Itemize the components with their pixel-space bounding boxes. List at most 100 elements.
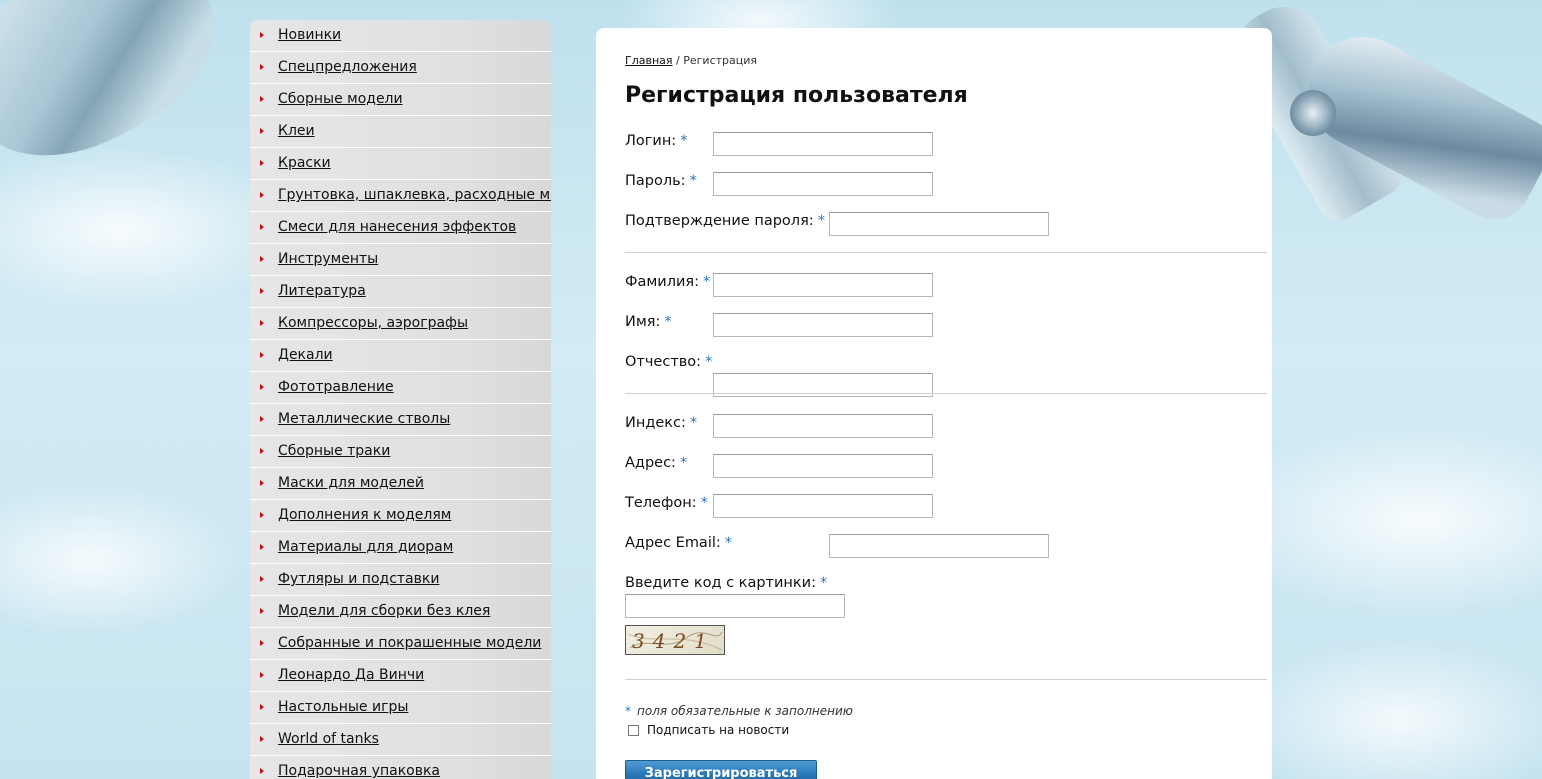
- login-input[interactable]: [713, 132, 933, 156]
- section-divider: [625, 252, 1267, 253]
- sidebar-item[interactable]: Спецпредложения: [250, 52, 551, 84]
- bullet-arrow-icon: [260, 352, 264, 358]
- sidebar-item[interactable]: Сборные модели: [250, 84, 551, 116]
- sidebar-item-label: Фототравление: [278, 379, 394, 395]
- middlename-label: Отчество: *: [625, 354, 712, 370]
- required-mark: *: [689, 415, 698, 431]
- sidebar-item[interactable]: Леонардо Да Винчи: [250, 660, 551, 692]
- sidebar-item[interactable]: Смеси для нанесения эффектов: [250, 212, 551, 244]
- bullet-arrow-icon: [260, 320, 264, 326]
- required-mark: *: [817, 213, 825, 229]
- required-note-text: поля обязательные к заполнению: [637, 704, 853, 718]
- bullet-arrow-icon: [260, 768, 264, 774]
- bullet-arrow-icon: [260, 224, 264, 230]
- sidebar-item[interactable]: Краски: [250, 148, 551, 180]
- captcha-input[interactable]: [625, 594, 845, 618]
- sidebar-item[interactable]: Подарочная упаковка: [250, 756, 551, 779]
- sidebar-item[interactable]: Модели для сборки без клея: [250, 596, 551, 628]
- breadcrumb-current: Регистрация: [683, 54, 757, 67]
- sidebar-item-label: Модели для сборки без клея: [278, 603, 491, 619]
- bullet-arrow-icon: [260, 416, 264, 422]
- zip-label: Индекс: *: [625, 415, 697, 431]
- sidebar-item-label: Материалы для диорам: [278, 539, 454, 555]
- required-mark: *: [679, 455, 688, 471]
- sidebar-item[interactable]: Грунтовка, шпаклевка, расходные мат: [250, 180, 551, 212]
- required-mark: *: [689, 173, 697, 189]
- page-title: Регистрация пользователя: [625, 83, 968, 108]
- sidebar-item[interactable]: Фототравление: [250, 372, 551, 404]
- bullet-arrow-icon: [260, 704, 264, 710]
- sidebar-item-label: Новинки: [278, 27, 342, 43]
- lastname-label: Фамилия: *: [625, 274, 710, 290]
- zip-input[interactable]: [713, 414, 933, 438]
- subscribe-checkbox[interactable]: [628, 725, 639, 736]
- phone-input[interactable]: [713, 494, 933, 518]
- sidebar-item[interactable]: Маски для моделей: [250, 468, 551, 500]
- password-label-text: Пароль:: [625, 173, 686, 189]
- required-mark: *: [680, 133, 688, 149]
- sidebar-item[interactable]: Новинки: [250, 20, 551, 52]
- required-note: * поля обязательные к заполнению: [625, 704, 853, 718]
- bullet-arrow-icon: [260, 288, 264, 294]
- address-input[interactable]: [713, 454, 933, 478]
- captcha-code: 3421: [632, 629, 715, 653]
- sidebar-item-label: Дополнения к моделям: [278, 507, 452, 523]
- captcha-label: Введите код с картинки: *: [625, 575, 827, 591]
- password-confirm-label-text: Подтверждение пароля:: [625, 213, 814, 229]
- decorative-plane-right: [1221, 0, 1542, 270]
- sidebar-item-label: Декали: [278, 347, 333, 363]
- password-confirm-label: Подтверждение пароля: *: [625, 213, 825, 229]
- required-mark: *: [700, 495, 708, 511]
- required-mark: *: [705, 354, 713, 370]
- middlename-label-text: Отчество:: [625, 354, 702, 370]
- required-mark: *: [664, 314, 672, 330]
- sidebar-item-label: Сборные траки: [278, 443, 391, 459]
- sidebar-item[interactable]: Металлические стволы: [250, 404, 551, 436]
- sidebar-item[interactable]: Дополнения к моделям: [250, 500, 551, 532]
- breadcrumb-separator: /: [676, 54, 680, 67]
- sidebar-item[interactable]: Настольные игры: [250, 692, 551, 724]
- bullet-arrow-icon: [260, 384, 264, 390]
- sidebar-item-label: Подарочная упаковка: [278, 763, 441, 779]
- bullet-arrow-icon: [260, 640, 264, 646]
- sidebar-item-label: Металлические стволы: [278, 411, 451, 427]
- sidebar-item-label: Настольные игры: [278, 699, 409, 715]
- email-input[interactable]: [829, 534, 1049, 558]
- login-label: Логин: *: [625, 133, 687, 149]
- sidebar-item-label: Краски: [278, 155, 331, 171]
- sidebar-item[interactable]: Декали: [250, 340, 551, 372]
- subscribe-row[interactable]: Подписать на новости: [628, 723, 789, 737]
- sidebar-item[interactable]: Футляры и подставки: [250, 564, 551, 596]
- sidebar-item-label: Литература: [278, 283, 366, 299]
- sidebar-item-label: Смеси для нанесения эффектов: [278, 219, 517, 235]
- sidebar-item[interactable]: Компрессоры, аэрографы: [250, 308, 551, 340]
- sidebar-item[interactable]: Собранные и покрашенные модели: [250, 628, 551, 660]
- bullet-arrow-icon: [260, 608, 264, 614]
- login-label-text: Логин:: [625, 133, 677, 149]
- sidebar-item[interactable]: Материалы для диорам: [250, 532, 551, 564]
- subscribe-label: Подписать на новости: [647, 723, 790, 737]
- register-button[interactable]: Зарегистрироваться: [625, 760, 817, 779]
- sidebar-item[interactable]: Литература: [250, 276, 551, 308]
- firstname-label: Имя: *: [625, 314, 672, 330]
- password-confirm-input[interactable]: [829, 212, 1049, 236]
- sidebar-item[interactable]: Инструменты: [250, 244, 551, 276]
- lastname-input[interactable]: [713, 273, 933, 297]
- registration-content: Главная / Регистрация Регистрация пользо…: [596, 28, 1272, 779]
- sidebar-item[interactable]: Клеи: [250, 116, 551, 148]
- required-mark: *: [724, 535, 733, 551]
- firstname-label-text: Имя:: [625, 314, 661, 330]
- bullet-arrow-icon: [260, 480, 264, 486]
- plane-propeller: [1290, 90, 1336, 136]
- sidebar-item[interactable]: World of tanks: [250, 724, 551, 756]
- section-divider: [625, 393, 1267, 394]
- captcha-label-text: Введите код с картинки:: [625, 575, 816, 591]
- captcha-image: 3421: [625, 625, 725, 655]
- firstname-input[interactable]: [713, 313, 933, 337]
- required-mark: *: [703, 274, 711, 290]
- sidebar-item[interactable]: Сборные траки: [250, 436, 551, 468]
- breadcrumb-home-link[interactable]: Главная: [625, 54, 673, 67]
- sidebar-item-label: Леонардо Да Винчи: [278, 667, 425, 683]
- password-input[interactable]: [713, 172, 933, 196]
- bullet-arrow-icon: [260, 448, 264, 454]
